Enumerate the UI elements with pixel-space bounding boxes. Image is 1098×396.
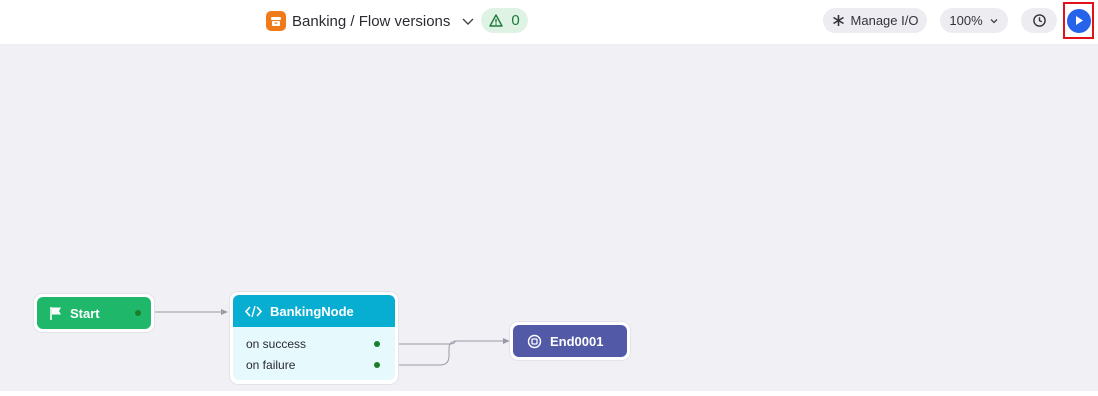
play-icon bbox=[1075, 16, 1083, 25]
package-icon bbox=[266, 11, 286, 31]
manage-io-button[interactable]: Manage I/O bbox=[823, 8, 927, 33]
end-node[interactable]: End0001 bbox=[510, 322, 630, 360]
banking-node[interactable]: BankingNode on success on failure bbox=[230, 292, 398, 384]
warnings-count: 0 bbox=[511, 12, 520, 29]
banking-node-branches: on success on failure bbox=[233, 327, 395, 380]
top-toolbar: Banking / Flow versions 0 Manage I/O 100… bbox=[0, 0, 1098, 45]
warnings-badge[interactable]: 0 bbox=[481, 8, 528, 33]
zoom-level: 100% bbox=[949, 13, 983, 28]
code-icon bbox=[245, 305, 262, 317]
flag-icon bbox=[50, 306, 61, 320]
history-button[interactable] bbox=[1021, 8, 1057, 33]
banking-node-label: BankingNode bbox=[270, 303, 354, 319]
start-node-label: Start bbox=[70, 305, 100, 321]
stop-circle-icon bbox=[527, 334, 542, 348]
run-button[interactable] bbox=[1066, 8, 1091, 33]
warning-triangle-icon bbox=[489, 14, 504, 27]
flow-title: Banking / Flow versions bbox=[292, 12, 451, 30]
history-clock-icon bbox=[1032, 14, 1046, 27]
zoom-dropdown[interactable]: 100% bbox=[940, 8, 1008, 33]
on-failure-port[interactable] bbox=[374, 362, 380, 368]
on-success-port[interactable] bbox=[374, 341, 380, 347]
end-node-label: End0001 bbox=[550, 333, 604, 349]
canvas-bottom-edge bbox=[0, 391, 1098, 396]
chevron-down-icon bbox=[990, 18, 998, 23]
run-button-highlight bbox=[1063, 2, 1094, 39]
flow-selector[interactable]: Banking / Flow versions bbox=[266, 9, 476, 33]
branch-on-success: on success bbox=[246, 337, 307, 351]
start-node[interactable]: Start bbox=[34, 294, 154, 332]
start-output-port[interactable] bbox=[135, 310, 141, 316]
branch-on-failure: on failure bbox=[246, 358, 296, 372]
chevron-down-icon bbox=[462, 18, 474, 25]
asterisk-icon bbox=[832, 15, 844, 26]
banking-node-header: BankingNode bbox=[233, 295, 395, 327]
manage-io-label: Manage I/O bbox=[850, 13, 919, 28]
